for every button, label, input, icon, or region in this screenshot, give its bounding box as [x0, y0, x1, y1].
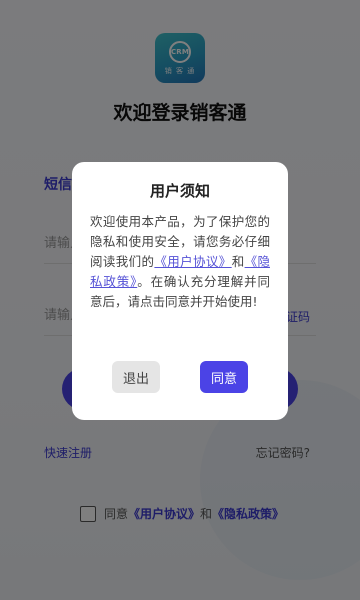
agree-button[interactable]: 同意 [200, 361, 248, 393]
login-screen: CRM 销 客 通 欢迎登录销客通 短信 证码 快速注册 忘记密码? 同意 《用… [0, 0, 360, 600]
dialog-user-agreement-link[interactable]: 《用户协议》 [154, 254, 231, 269]
user-notice-dialog: 用户须知 欢迎使用本产品，为了保护您的隐私和使用安全，请您务必仔细阅读我们的《用… [72, 162, 288, 420]
dialog-body: 欢迎使用本产品，为了保护您的隐私和使用安全，请您务必仔细阅读我们的《用户协议》和… [90, 212, 270, 312]
dialog-and: 和 [231, 254, 245, 269]
dialog-title: 用户须知 [149, 182, 210, 200]
exit-button[interactable]: 退出 [112, 361, 160, 393]
